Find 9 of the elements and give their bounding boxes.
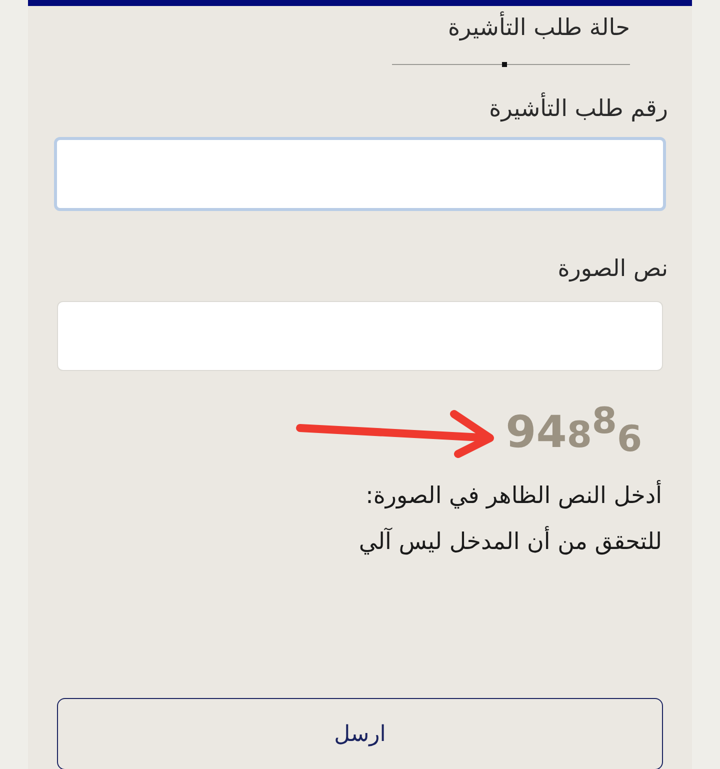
submit-button[interactable]: ارسل bbox=[57, 698, 663, 769]
input-field[interactable] bbox=[54, 137, 666, 211]
field-label: نص الصورة bbox=[556, 255, 669, 284]
tab[interactable]: حالة طلب التأشيرة bbox=[448, 12, 630, 44]
instruction-text: أدخل النص الظاهر في الصورة: bbox=[28, 473, 692, 519]
instruction-text: للتحقق من أن المدخل ليس آلي bbox=[28, 519, 692, 565]
captcha-image: 94886 bbox=[506, 401, 642, 462]
input-field[interactable] bbox=[57, 301, 663, 371]
field-label: رقم طلب التأشيرة bbox=[28, 93, 692, 125]
